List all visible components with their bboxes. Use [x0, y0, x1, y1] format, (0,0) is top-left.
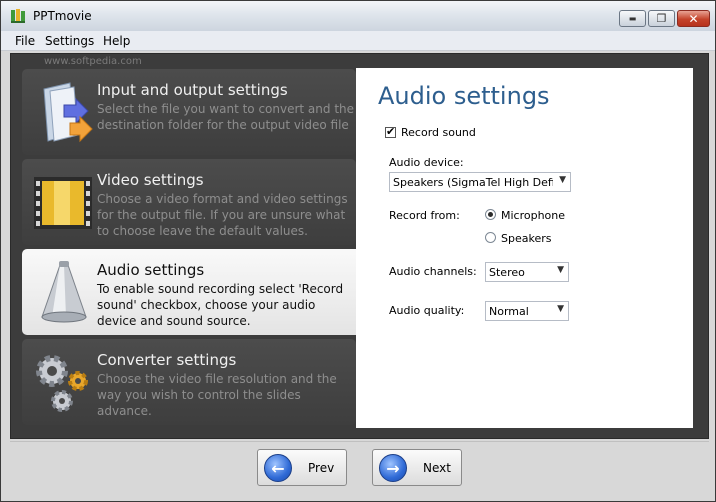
next-button[interactable]: → Next	[372, 449, 462, 486]
audio-quality-value: Normal	[489, 305, 529, 318]
menu-help[interactable]: Help	[103, 34, 130, 48]
microphone-label[interactable]: Microphone	[501, 209, 565, 222]
step-title: Converter settings	[97, 351, 237, 369]
chevron-down-icon: ▼	[557, 265, 564, 275]
audio-channels-select[interactable]: Stereo ▼	[485, 262, 569, 282]
audio-quality-label: Audio quality:	[389, 304, 465, 317]
menu-bar: File Settings Help	[1, 31, 715, 51]
audio-channels-label: Audio channels:	[389, 265, 477, 278]
chevron-down-icon: ▼	[557, 304, 564, 314]
arrow-right-icon: →	[379, 454, 407, 482]
audio-channels-value: Stereo	[489, 266, 525, 279]
audio-device-select[interactable]: Speakers (SigmaTel High Definit ▼	[389, 172, 571, 192]
checkmark-icon: ✔	[386, 125, 396, 138]
step-description: Select the file you want to convert and …	[97, 102, 355, 132]
arrow-left-icon: ←	[264, 454, 292, 482]
step-title: Input and output settings	[97, 81, 288, 99]
audio-settings-panel: Audio settings ✔ Record sound Audio devi…	[356, 68, 693, 428]
navigation-bar	[10, 441, 709, 497]
minimize-icon: ▬	[628, 14, 637, 23]
watermark-text: www.softpedia.com	[44, 56, 142, 67]
radio-speakers[interactable]	[485, 232, 496, 243]
record-sound-checkbox[interactable]: ✔	[385, 125, 396, 138]
record-sound-label[interactable]: Record sound	[401, 126, 476, 139]
film-strip-icon	[34, 177, 92, 229]
maximize-button[interactable]: ❐	[648, 10, 675, 27]
audio-device-value: Speakers (SigmaTel High Definit	[393, 176, 553, 189]
close-icon: ✕	[688, 11, 699, 26]
chevron-down-icon: ▼	[559, 175, 566, 185]
minimize-button[interactable]: ▬	[619, 10, 646, 27]
step-audio[interactable]: Audio settings To enable sound recording…	[22, 249, 357, 335]
step-title: Audio settings	[97, 261, 205, 279]
gears-icon	[36, 355, 88, 412]
prev-button[interactable]: ← Prev	[257, 449, 347, 486]
step-converter[interactable]: Converter settings Choose the video file…	[22, 339, 356, 425]
audio-device-label: Audio device:	[389, 156, 464, 169]
radio-selected-dot	[488, 212, 493, 217]
next-label: Next	[423, 461, 451, 475]
window-title: PPTmovie	[33, 9, 92, 23]
folder-arrow-icon	[43, 82, 93, 143]
app-window: PPTmovie ▬ ❐ ✕ File Settings Help www.so…	[0, 0, 716, 502]
prev-label: Prev	[308, 461, 335, 475]
app-logo-icon	[11, 9, 25, 23]
step-title: Video settings	[97, 171, 204, 189]
step-description: Choose the video file resolution and the…	[97, 372, 337, 418]
title-bar[interactable]: PPTmovie ▬ ❐ ✕	[1, 1, 715, 31]
speakers-label[interactable]: Speakers	[501, 232, 551, 245]
record-from-label: Record from:	[389, 209, 460, 222]
menu-settings[interactable]: Settings	[45, 34, 94, 48]
radio-microphone[interactable]	[485, 209, 496, 220]
step-input-output[interactable]: Input and output settings Select the fil…	[22, 69, 356, 155]
audio-quality-select[interactable]: Normal ▼	[485, 301, 569, 321]
step-video[interactable]: Video settings Choose a video format and…	[22, 159, 356, 245]
step-description: Choose a video format and video settings…	[97, 192, 348, 238]
close-button[interactable]: ✕	[677, 10, 710, 27]
menu-file[interactable]: File	[15, 34, 35, 48]
megaphone-icon	[41, 261, 87, 323]
maximize-icon: ❐	[656, 12, 667, 25]
step-description: To enable sound recording select 'Record…	[97, 282, 344, 328]
panel-title: Audio settings	[378, 82, 550, 110]
